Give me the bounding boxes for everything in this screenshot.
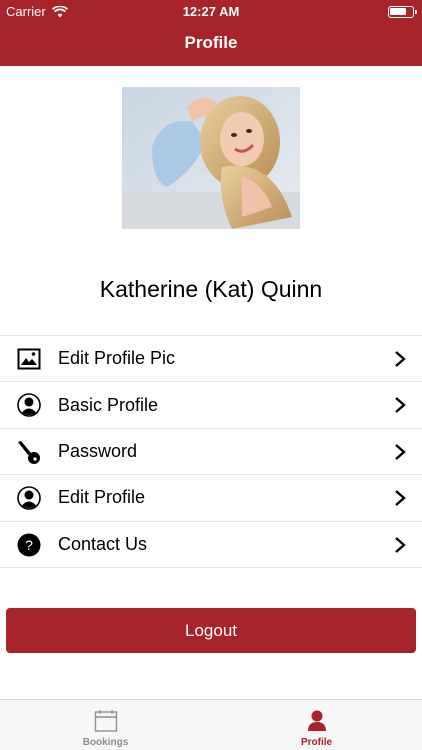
tab-label: Profile (300, 737, 333, 748)
question-icon: ? (17, 533, 41, 557)
tab-bar: Bookings Profile (0, 699, 422, 750)
profile-photo (122, 87, 300, 229)
menu-item-contact-us[interactable]: ? Contact Us (0, 522, 422, 568)
person-icon (307, 710, 326, 731)
menu-item-edit-profile[interactable]: Edit Profile (0, 475, 422, 522)
menu-item-label: Basic Profile (58, 394, 159, 415)
svg-text:?: ? (25, 537, 33, 553)
menu-item-edit-profile-pic[interactable]: Edit Profile Pic (0, 336, 422, 383)
status-time: 12:27 AM (182, 4, 240, 19)
calendar-icon (94, 710, 117, 732)
page-title: Profile (184, 33, 238, 52)
profile-menu: Edit Profile Pic Basic Profile Password … (0, 335, 422, 568)
menu-item-label: Edit Profile (58, 487, 146, 508)
menu-item-basic-profile[interactable]: Basic Profile (0, 382, 422, 429)
battery-level (390, 8, 406, 15)
status-bar: Carrier 12:27 AM (0, 0, 422, 22)
navigation-header: Carrier 12:27 AM Profile (0, 0, 422, 66)
chevron-right-icon (395, 397, 406, 414)
tab-profile[interactable]: Profile (211, 700, 422, 750)
chevron-right-icon (395, 351, 406, 367)
battery-icon (388, 6, 417, 18)
person-icon (17, 393, 41, 418)
chevron-right-icon (395, 536, 406, 553)
chevron-right-icon (395, 490, 406, 507)
person-icon (17, 486, 41, 510)
chevron-right-icon (395, 443, 406, 460)
tab-bookings[interactable]: Bookings (0, 700, 211, 750)
tab-label: Bookings (82, 737, 129, 748)
profile-name: Katherine (Kat) Quinn (99, 276, 323, 302)
menu-item-label: Password (58, 440, 138, 461)
key-icon (18, 440, 40, 464)
image-icon (17, 348, 41, 370)
logout-button[interactable]: Logout (6, 608, 416, 653)
menu-item-password[interactable]: Password (0, 429, 422, 476)
menu-item-label: Edit Profile Pic (58, 348, 176, 369)
menu-item-label: Contact Us (58, 533, 148, 554)
